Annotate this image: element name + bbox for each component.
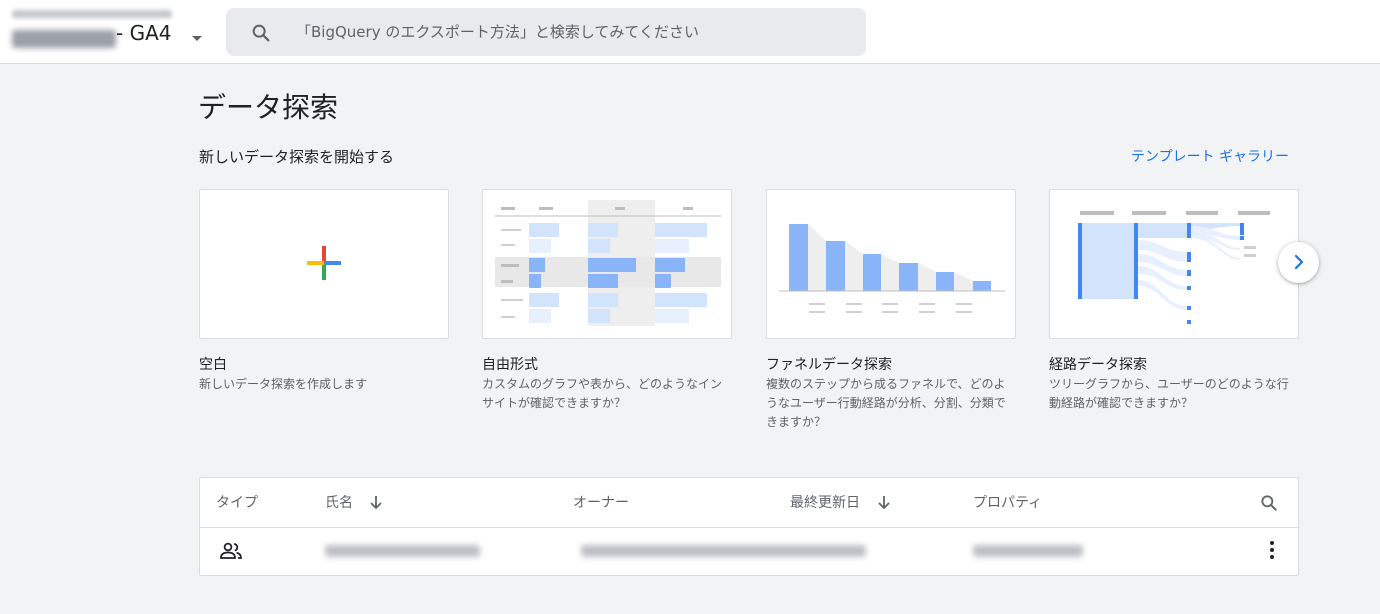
- card-path-description: ツリーグラフから、ユーザーのどのような行動経路が確認できますか？: [1049, 377, 1289, 410]
- property-redacted: [973, 545, 1083, 557]
- arrow-down-icon[interactable]: [876, 494, 892, 510]
- owner-updated-redacted: [581, 545, 866, 557]
- top-bar: - GA4 「BigQuery のエクスポート方法」と検索してみてください: [0, 0, 1380, 64]
- property-label[interactable]: - GA4: [116, 21, 171, 45]
- search-box[interactable]: 「BigQuery のエクスポート方法」と検索してみてください: [226, 8, 866, 56]
- people-icon: [220, 542, 242, 559]
- card-blank[interactable]: [199, 189, 449, 339]
- column-header-name[interactable]: 氏名: [325, 492, 353, 512]
- search-icon: [252, 24, 270, 42]
- free-form-table-illustration: [495, 200, 721, 326]
- carousel-next-button[interactable]: [1278, 242, 1319, 283]
- column-header-type[interactable]: タイプ: [216, 492, 258, 512]
- exploration-name-redacted[interactable]: [325, 545, 480, 557]
- column-header-property[interactable]: プロパティ: [973, 492, 1042, 512]
- search-placeholder[interactable]: 「BigQuery のエクスポート方法」と検索してみてください: [296, 21, 699, 42]
- account-name-redacted: [12, 10, 172, 18]
- dropdown-caret-icon[interactable]: [192, 36, 202, 41]
- card-funnel[interactable]: [766, 189, 1016, 339]
- card-funnel-title: ファネルデータ探索: [766, 357, 892, 373]
- funnel-chart-illustration: [779, 224, 1005, 313]
- card-funnel-description: 複数のステップから成るファネルで、どのようなユーザー行動経路が分析、分割、分類で…: [766, 377, 1006, 429]
- table-search-icon[interactable]: [1259, 493, 1279, 513]
- page-title: データ探索: [198, 91, 339, 124]
- card-path[interactable]: [1049, 189, 1299, 339]
- arrow-down-icon[interactable]: [368, 494, 384, 510]
- card-free-form-description: カスタムのグラフや表から、どのようなインサイトが確認できますか？: [482, 377, 723, 410]
- explorations-table: タイプ 氏名 オーナー 最終更新日 プロパティ: [199, 477, 1299, 576]
- card-blank-description: 新しいデータ探索を作成します: [199, 377, 368, 391]
- card-blank-title: 空白: [199, 357, 227, 373]
- column-header-last-updated[interactable]: 最終更新日: [790, 492, 860, 512]
- column-header-owner[interactable]: オーナー: [573, 492, 629, 512]
- template-gallery-link[interactable]: テンプレート ギャラリー: [1131, 146, 1289, 166]
- google-plus-icon: [307, 246, 341, 280]
- path-tree-illustration: [1078, 211, 1270, 324]
- card-free-form-title: 自由形式: [482, 357, 538, 373]
- property-name-redacted: [12, 30, 116, 48]
- section-title: 新しいデータ探索を開始する: [199, 148, 395, 166]
- card-path-title: 経路データ探索: [1049, 357, 1147, 373]
- chevron-right-icon: [1294, 254, 1304, 270]
- card-free-form[interactable]: [482, 189, 732, 339]
- more-vert-icon[interactable]: [1266, 540, 1278, 560]
